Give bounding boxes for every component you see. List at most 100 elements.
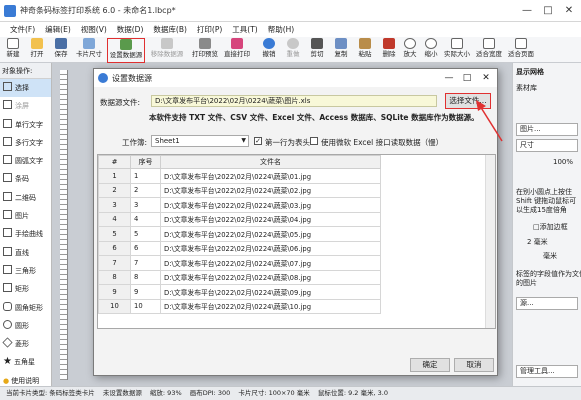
print-preview-button[interactable]: 打印预览 (190, 38, 220, 63)
manage-tools-button[interactable]: 管理工具... (516, 365, 578, 378)
remove-datasource-button[interactable]: 移除数据源 (148, 38, 186, 63)
tool-fill[interactable]: 涂屏 (0, 97, 51, 115)
tool-rounded-rect[interactable]: 圆角矩形 (0, 299, 51, 317)
menu-tools[interactable]: 工具(T) (232, 22, 257, 37)
menu-file[interactable]: 文件(F) (10, 22, 35, 37)
new-button[interactable]: 新建 (2, 38, 24, 63)
print-preview-icon (199, 38, 211, 49)
delete-icon (383, 38, 395, 49)
multiline-text-icon (3, 136, 12, 146)
scale-value: 100% (553, 158, 574, 166)
rectangle-icon (3, 283, 12, 293)
card-size-button[interactable]: 卡片尺寸 (74, 38, 104, 63)
paste-button[interactable]: 粘贴 (354, 38, 376, 63)
tool-single-text[interactable]: 单行文字 (0, 116, 51, 134)
border-width[interactable]: 2 毫米 (527, 237, 548, 247)
save-button[interactable]: 保存 (50, 38, 72, 63)
actual-size-button[interactable]: 实际大小 (442, 38, 472, 63)
set-datasource-button[interactable]: 设置数据源 (107, 38, 145, 63)
open-button[interactable]: 打开 (26, 38, 48, 63)
table-row[interactable]: 7 7 D:\文章发布平台\2022\02月\0224\蔬菜\07.jpg (98, 255, 381, 271)
tool-line[interactable]: 直线 (0, 244, 51, 262)
menu-database[interactable]: 数据库(B) (153, 22, 187, 37)
material-library-tab[interactable]: 素材库 (516, 83, 537, 93)
table-row[interactable]: 2 2 D:\文章发布平台\2022\02月\0224\蔬菜\02.jpg (98, 182, 381, 198)
ok-button[interactable]: 确定 (410, 358, 450, 372)
tool-arc-text[interactable]: 圆弧文字 (0, 152, 51, 170)
excel-interface-label: 使用微软 Excel 接口读取数据（慢） (321, 138, 444, 147)
redo-button[interactable]: 重做 (282, 38, 304, 63)
fit-width-button[interactable]: 适合宽度 (474, 38, 504, 63)
status-card-type: 当前卡片类型: 条码标签类卡片 (6, 389, 95, 397)
dialog-title: 设置数据源 (112, 74, 152, 83)
delete-button[interactable]: 删除 (378, 38, 400, 63)
tool-image[interactable]: 图片 (0, 207, 51, 225)
table-row[interactable]: 4 4 D:\文章发布平台\2022\02月\0224\蔬菜\04.jpg (98, 211, 381, 227)
close-button[interactable]: ✕ (559, 3, 579, 19)
undo-button[interactable]: 撤销 (258, 38, 280, 63)
menu-view[interactable]: 视图(V) (81, 22, 107, 37)
first-row-header-label: 第一行为表头 (265, 138, 310, 147)
dialog-icon (98, 73, 108, 83)
table-row[interactable]: 8 8 D:\文章发布平台\2022\02月\0224\蔬菜\08.jpg (98, 269, 381, 285)
chevron-down-icon: ▼ (241, 137, 246, 144)
size-button[interactable]: 尺寸 (516, 139, 578, 152)
table-row[interactable]: 3 3 D:\文章发布平台\2022\02月\0224\蔬菜\03.jpg (98, 197, 381, 213)
source-file-label: 数据源文件: (100, 98, 141, 107)
first-row-header-checkbox[interactable]: ✓ (254, 137, 262, 145)
zoom-out-button[interactable]: 缩小 (421, 38, 441, 63)
table-row[interactable]: 9 9 D:\文章发布平台\2022\02月\0224\蔬菜\09.jpg (98, 284, 381, 300)
datasource-button[interactable]: 源... (516, 297, 578, 310)
image-button[interactable]: 图片... (516, 123, 578, 136)
dialog-maximize-button[interactable]: □ (458, 71, 476, 85)
tool-multi-text[interactable]: 多行文字 (0, 134, 51, 152)
data-grid[interactable]: # 序号 文件名 1 1 D:\文章发布平台\2022\02月\0224\蔬菜\01… (97, 154, 496, 329)
add-border-checkbox[interactable]: □添加边框 (533, 222, 568, 232)
fit-page-button[interactable]: 适合页面 (506, 38, 536, 63)
zoom-in-button[interactable]: 放大 (400, 38, 420, 63)
zoom-out-icon (425, 38, 437, 49)
tool-barcode[interactable]: 条码 (0, 170, 51, 188)
menu-print[interactable]: 打印(P) (197, 22, 222, 37)
qrcode-icon (3, 191, 12, 201)
tool-circle[interactable]: 圆形 (0, 317, 51, 335)
maximize-button[interactable]: □ (538, 3, 558, 19)
tool-triangle[interactable]: 三角形 (0, 262, 51, 280)
dialog-minimize-button[interactable]: — (440, 71, 458, 85)
column-header-filename: 文件名 (160, 155, 381, 169)
database-icon (120, 39, 132, 50)
tool-diamond[interactable]: 菱形 (0, 335, 51, 353)
menu-help[interactable]: 帮助(H) (268, 22, 295, 37)
datasource-dialog: 设置数据源 — □ ✕ 数据源文件: D:\文章发布平台\2022\02月\02… (93, 68, 498, 376)
show-grid-toggle[interactable]: 显示网格 (516, 67, 544, 77)
source-path-field[interactable]: D:\文章发布平台\2022\02月\0224\蔬菜\图片.xls (151, 95, 437, 107)
copy-button[interactable]: 复制 (330, 38, 352, 63)
tool-qrcode[interactable]: 二维码 (0, 189, 51, 207)
tool-freehand[interactable]: 手绘曲线 (0, 225, 51, 243)
direct-print-button[interactable]: 直接打印 (222, 38, 252, 63)
cancel-button[interactable]: 取消 (454, 358, 494, 372)
tool-star[interactable]: ★ 五角星 (0, 353, 51, 371)
scissors-icon (311, 38, 323, 49)
table-row[interactable]: 1 1 D:\文章发布平台\2022\02月\0224\蔬菜\01.jpg (98, 168, 381, 184)
tool-select[interactable]: 选择 (0, 79, 51, 98)
paste-icon (359, 38, 371, 49)
cut-button[interactable]: 剪切 (306, 38, 328, 63)
lightbulb-icon: ● (3, 376, 10, 385)
menu-edit[interactable]: 编辑(E) (45, 22, 71, 37)
sheet-select[interactable]: Sheet1 ▼ (151, 135, 249, 147)
barcode-icon (3, 173, 12, 183)
minimize-button[interactable]: — (517, 3, 537, 19)
vertical-scrollbar[interactable] (485, 155, 495, 328)
table-row[interactable]: 5 5 D:\文章发布平台\2022\02月\0224\蔬菜\05.jpg (98, 226, 381, 242)
excel-interface-checkbox[interactable] (310, 137, 318, 145)
tool-rectangle[interactable]: 矩形 (0, 280, 51, 298)
status-datasource: 未设置数据源 (102, 389, 142, 397)
dialog-close-button[interactable]: ✕ (477, 71, 495, 85)
circle-icon (3, 319, 12, 329)
table-row[interactable]: 6 6 D:\文章发布平台\2022\02月\0224\蔬菜\06.jpg (98, 240, 381, 256)
fill-icon (3, 100, 12, 110)
table-row[interactable]: 10 10 D:\文章发布平台\2022\02月\0224\蔬菜\10.jpg (98, 298, 381, 314)
status-card-size: 卡片尺寸: 100×70 毫米 (238, 389, 310, 397)
menu-data[interactable]: 数据(D) (117, 22, 144, 37)
